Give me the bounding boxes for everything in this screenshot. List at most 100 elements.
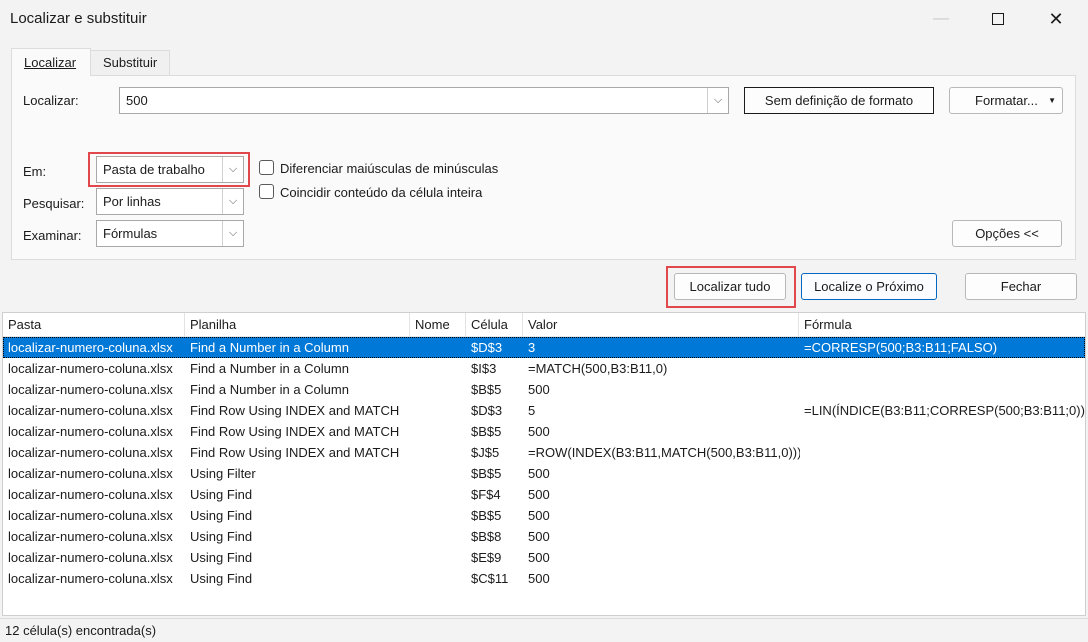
cell-valor: 500 — [528, 382, 550, 397]
search-value: Por linhas — [103, 194, 161, 209]
cell-nome — [415, 526, 467, 547]
cell-planilha: Using Filter — [190, 466, 256, 481]
cell-planilha: Using Find — [190, 571, 253, 586]
column-header-celula[interactable]: Célula — [466, 313, 523, 337]
cell-celula: $I$3 — [471, 361, 497, 376]
cell-nome — [415, 463, 467, 484]
table-row[interactable]: localizar-numero-coluna.xlsx Find Row Usi… — [3, 421, 1085, 442]
chevron-down-icon[interactable]: ⌵ — [222, 221, 243, 246]
cell-planilha: Find a Number in a Column — [190, 382, 349, 397]
results-list[interactable]: Pasta Planilha Nome Célula Valor Fórmula… — [2, 312, 1086, 616]
cell-nome — [415, 442, 467, 463]
cell-planilha: Find Row Using INDEX and MATCH — [190, 445, 400, 460]
chevron-down-icon[interactable]: ⌵ — [222, 189, 243, 214]
table-row[interactable]: localizar-numero-coluna.xlsx Find Row Usi… — [3, 442, 1085, 463]
chevron-down-icon[interactable]: ⌵ — [707, 88, 728, 113]
cell-nome — [415, 568, 467, 589]
cell-nome — [415, 400, 467, 421]
cell-pasta: localizar-numero-coluna.xlsx — [8, 529, 173, 544]
match-case-checkbox[interactable] — [259, 160, 274, 175]
cell-pasta: localizar-numero-coluna.xlsx — [8, 466, 173, 481]
minimize-button[interactable]: — — [918, 0, 964, 38]
cell-formula: =CORRESP(500;B3:B11;FALSO) — [804, 340, 998, 355]
cell-pasta: localizar-numero-coluna.xlsx — [8, 382, 173, 397]
table-row[interactable]: localizar-numero-coluna.xlsx Using Find $F… — [3, 484, 1085, 505]
cell-pasta: localizar-numero-coluna.xlsx — [8, 403, 173, 418]
within-select[interactable]: Pasta de trabalho ⌵ — [96, 156, 244, 183]
tab-substituir[interactable]: Substituir — [91, 50, 170, 75]
cell-celula: $B$5 — [471, 466, 502, 481]
cell-planilha: Find Row Using INDEX and MATCH — [190, 424, 400, 439]
search-select[interactable]: Por linhas ⌵ — [96, 188, 244, 215]
cell-formula — [804, 442, 1085, 463]
cell-pasta: localizar-numero-coluna.xlsx — [8, 571, 173, 586]
status-bar: 12 célula(s) encontrada(s) — [0, 618, 1088, 642]
cell-planilha: Using Find — [190, 529, 253, 544]
window-title: Localizar e substituir — [10, 10, 147, 27]
maximize-button[interactable] — [975, 0, 1021, 38]
table-row[interactable]: localizar-numero-coluna.xlsx Using Find $B… — [3, 526, 1085, 547]
cell-valor: 500 — [528, 508, 550, 523]
column-header-pasta[interactable]: Pasta — [3, 313, 185, 337]
find-all-button[interactable]: Localizar tudo — [674, 273, 786, 300]
cell-formula — [804, 463, 1085, 484]
close-window-button[interactable]: ✕ — [1033, 0, 1079, 38]
cell-formula — [804, 421, 1085, 442]
cell-nome — [415, 337, 467, 358]
cell-pasta: localizar-numero-coluna.xlsx — [8, 487, 173, 502]
cell-valor: 500 — [528, 571, 550, 586]
cell-valor: 500 — [528, 487, 550, 502]
cell-celula: $E$9 — [471, 550, 502, 565]
minimize-icon: — — [933, 10, 949, 27]
cell-valor: 5 — [528, 403, 536, 418]
cell-valor: 500 — [528, 424, 550, 439]
lookin-value: Fórmulas — [103, 226, 158, 241]
chevron-down-icon[interactable]: ⌵ — [222, 157, 243, 182]
tab-label: Localizar — [24, 55, 77, 70]
tab-label: Substituir — [103, 55, 158, 70]
find-input[interactable]: 500 ⌵ — [119, 87, 729, 114]
cell-celula: $C$11 — [471, 571, 509, 586]
cell-formula — [804, 526, 1085, 547]
cell-formula — [804, 505, 1085, 526]
within-value: Pasta de trabalho — [103, 162, 205, 177]
table-row[interactable]: localizar-numero-coluna.xlsx Find a Numbe… — [3, 337, 1085, 358]
cell-nome — [415, 484, 467, 505]
match-entire-checkbox[interactable] — [259, 184, 274, 199]
lookin-select[interactable]: Fórmulas ⌵ — [96, 220, 244, 247]
format-preview: Sem definição de formato — [744, 87, 934, 114]
cell-valor: 500 — [528, 529, 550, 544]
find-label: Localizar: — [23, 93, 79, 108]
table-row[interactable]: localizar-numero-coluna.xlsx Find Row Usi… — [3, 400, 1085, 421]
format-button-label: Formatar... — [975, 93, 1038, 108]
close-button[interactable]: Fechar — [965, 273, 1077, 300]
options-button[interactable]: Opções << — [952, 220, 1062, 247]
table-row[interactable]: localizar-numero-coluna.xlsx Find a Numbe… — [3, 379, 1085, 400]
table-row[interactable]: localizar-numero-coluna.xlsx Find a Numbe… — [3, 358, 1085, 379]
cell-planilha: Using Find — [190, 508, 253, 523]
cell-celula: $D$3 — [471, 403, 503, 418]
column-header-planilha[interactable]: Planilha — [185, 313, 410, 337]
cell-celula: $B$5 — [471, 382, 502, 397]
cell-nome — [415, 505, 467, 526]
cell-valor: =MATCH(500,B3:B11,0) — [528, 361, 668, 376]
within-label: Em: — [23, 164, 47, 179]
column-header-valor[interactable]: Valor — [523, 313, 799, 337]
column-header-nome[interactable]: Nome — [410, 313, 466, 337]
cell-celula: $F$4 — [471, 487, 501, 502]
table-row[interactable]: localizar-numero-coluna.xlsx Using Find $B… — [3, 505, 1085, 526]
cell-formula — [804, 358, 1085, 379]
table-row[interactable]: localizar-numero-coluna.xlsx Using Filter… — [3, 463, 1085, 484]
table-row[interactable]: localizar-numero-coluna.xlsx Using Find $E… — [3, 547, 1085, 568]
search-label: Pesquisar: — [23, 196, 85, 211]
close-icon: ✕ — [1048, 8, 1064, 29]
column-header-formula[interactable]: Fórmula — [799, 313, 1085, 337]
tab-localizar[interactable]: Localizar — [11, 48, 91, 76]
cell-valor: =ROW(INDEX(B3:B11,MATCH(500,B3:B11,0))) — [528, 445, 800, 460]
maximize-icon — [992, 13, 1004, 25]
find-next-button[interactable]: Localize o Próximo — [801, 273, 937, 300]
table-row[interactable]: localizar-numero-coluna.xlsx Using Find $C… — [3, 568, 1085, 589]
format-button[interactable]: Formatar... ▼ — [949, 87, 1063, 114]
cell-formula — [804, 568, 1085, 589]
cell-formula — [804, 379, 1085, 400]
